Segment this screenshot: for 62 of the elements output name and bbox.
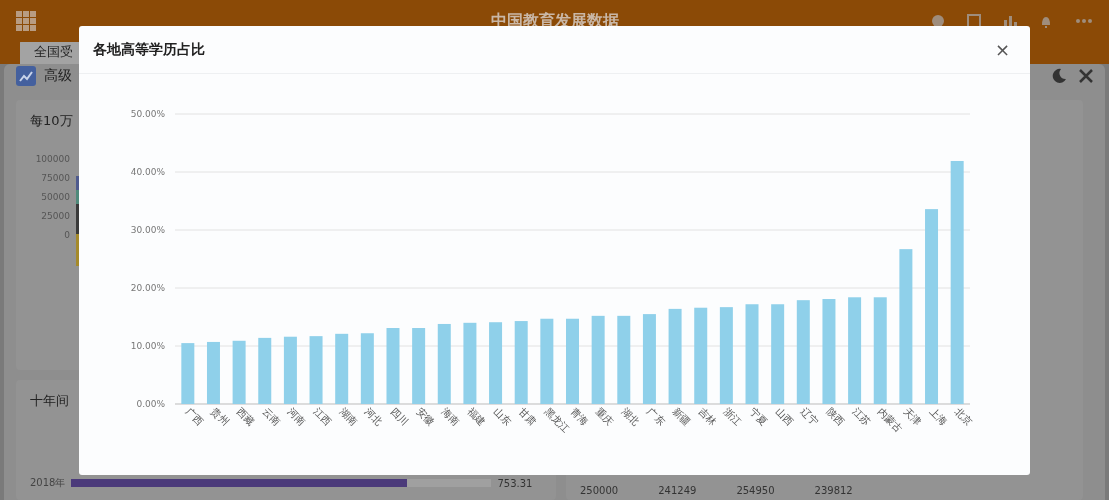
axis-label: 10.00%	[130, 341, 165, 351]
panel-title: 高级	[44, 67, 72, 85]
close-icon[interactable]	[1079, 69, 1093, 83]
axis-label: 宁夏	[747, 405, 770, 428]
axis-label: 50000	[41, 192, 70, 202]
axis-label: 浙江	[721, 405, 744, 428]
axis-label: 20.00%	[130, 283, 165, 293]
axis-label: 吉林	[696, 405, 719, 428]
axis-label: 河北	[362, 405, 385, 428]
axis-label: 40.00%	[130, 167, 165, 177]
axis-label: 西藏	[234, 405, 257, 428]
axis-label: 30.00%	[130, 225, 165, 235]
data-label: 254950	[736, 485, 775, 496]
card-title: 每10万	[30, 112, 73, 130]
bar	[181, 343, 195, 404]
axis-label: 上海	[927, 405, 950, 428]
axis-label: 江苏	[850, 405, 873, 428]
bar	[360, 333, 374, 404]
bar	[232, 340, 246, 404]
bar	[335, 333, 349, 404]
axis-label: 75000	[41, 173, 70, 183]
axis-label: 湖北	[619, 405, 642, 428]
apps-grid-icon[interactable]	[16, 11, 36, 31]
axis-label: 辽宁	[798, 405, 821, 428]
axis-label: 海南	[439, 405, 462, 428]
bar-label: 2018年	[30, 476, 66, 490]
bar	[206, 341, 220, 404]
data-label: 239812	[814, 485, 853, 496]
close-button[interactable]: ×	[990, 39, 1014, 60]
chart-app-icon	[16, 66, 36, 86]
axis-label: 湖南	[337, 405, 360, 428]
axis-label: 25000	[41, 211, 70, 221]
data-label: 241249	[658, 485, 697, 496]
axis-label: 福建	[465, 405, 488, 428]
axis-label: 50.00%	[130, 109, 165, 119]
axis-label: 贵州	[209, 405, 231, 428]
axis-label: 山西	[773, 405, 796, 428]
bar	[258, 337, 272, 404]
axis-label: 四川	[388, 405, 411, 428]
axis-label: 云南	[260, 405, 283, 428]
axis-label: 安徽	[414, 405, 437, 428]
bell-icon[interactable]	[1039, 14, 1053, 28]
axis-label: 江西	[311, 405, 334, 428]
axis-label: 甘肃	[516, 405, 539, 428]
axis-label: 100000	[35, 154, 70, 164]
axis-label: 北京	[952, 405, 975, 428]
more-icon[interactable]	[1075, 18, 1093, 24]
axis-label: 广东	[645, 405, 667, 428]
axis-label: 山东	[491, 405, 514, 428]
card-title: 十年间	[30, 392, 69, 410]
bar	[283, 336, 297, 404]
bar	[309, 336, 323, 404]
axis-label: 250000	[580, 485, 619, 496]
axis-label: 0.00%	[136, 399, 165, 409]
dialog-title: 各地高等学历占比	[93, 40, 205, 59]
bar-value: 753.31	[497, 477, 533, 489]
axis-label: 广西	[183, 405, 206, 428]
moon-icon[interactable]	[1051, 68, 1067, 84]
axis-label: 新疆	[670, 405, 693, 428]
axis-label: 河南	[286, 405, 308, 428]
axis-label: 重庆	[593, 405, 616, 428]
axis-label: 陕西	[824, 405, 847, 428]
